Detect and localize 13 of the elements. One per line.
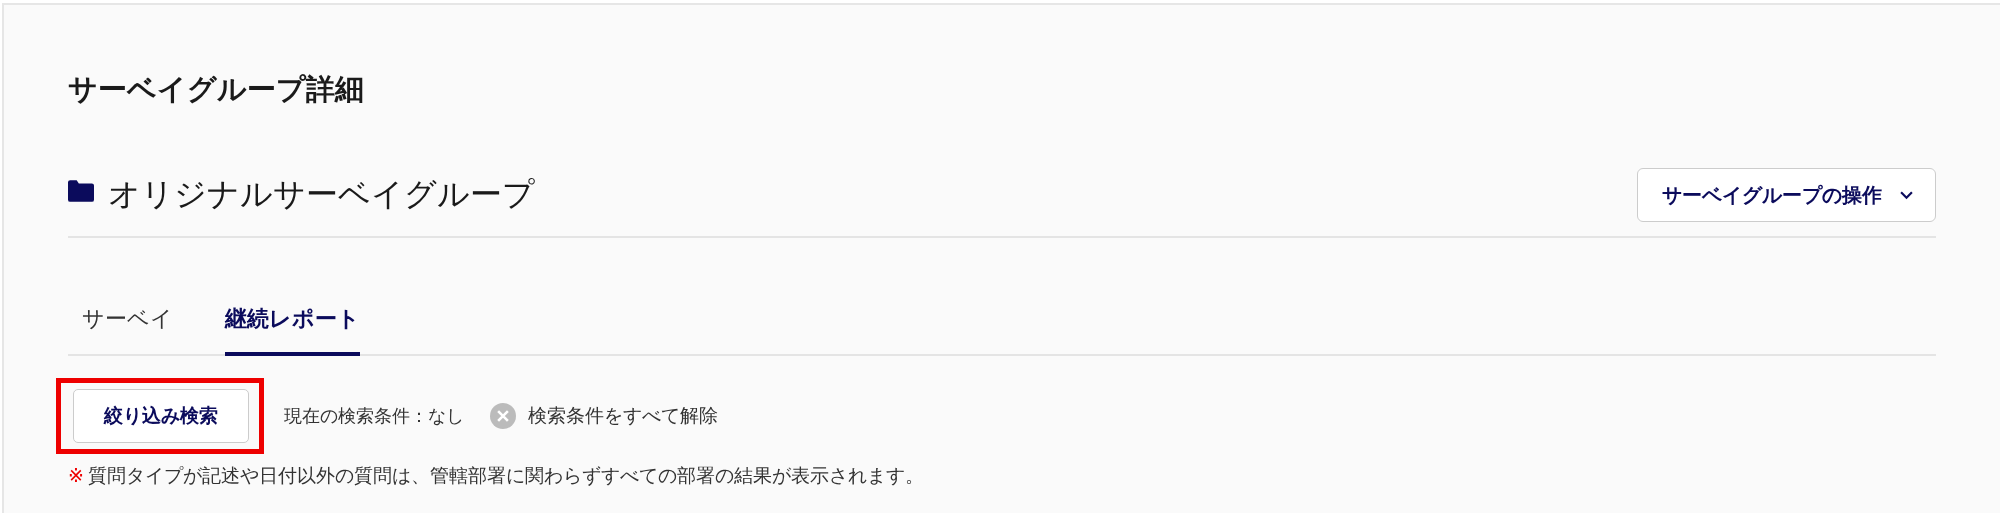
- current-conditions: 現在の検索条件：なし: [284, 404, 464, 428]
- note-text: 質問タイプが記述や日付以外の質問は、管轄部署に関わらずすべての部署の結果が表示されます。: [87, 464, 924, 486]
- folder-icon: [68, 180, 94, 202]
- note-mark: ※: [68, 464, 84, 486]
- clear-all-link[interactable]: 検索条件をすべて解除: [490, 403, 718, 429]
- group-name: オリジナルサーベイグループ: [108, 174, 535, 215]
- chevron-down-icon: [1900, 190, 1913, 200]
- tab[interactable]: 継続レポート: [225, 292, 360, 356]
- tab[interactable]: サーベイ: [82, 292, 173, 354]
- page-title: サーベイグループ詳細: [68, 71, 365, 108]
- actions-dropdown-button[interactable]: サーベイグループの操作: [1637, 168, 1936, 222]
- close-icon: [490, 403, 516, 429]
- filter-search-button[interactable]: 絞り込み検索: [73, 389, 249, 443]
